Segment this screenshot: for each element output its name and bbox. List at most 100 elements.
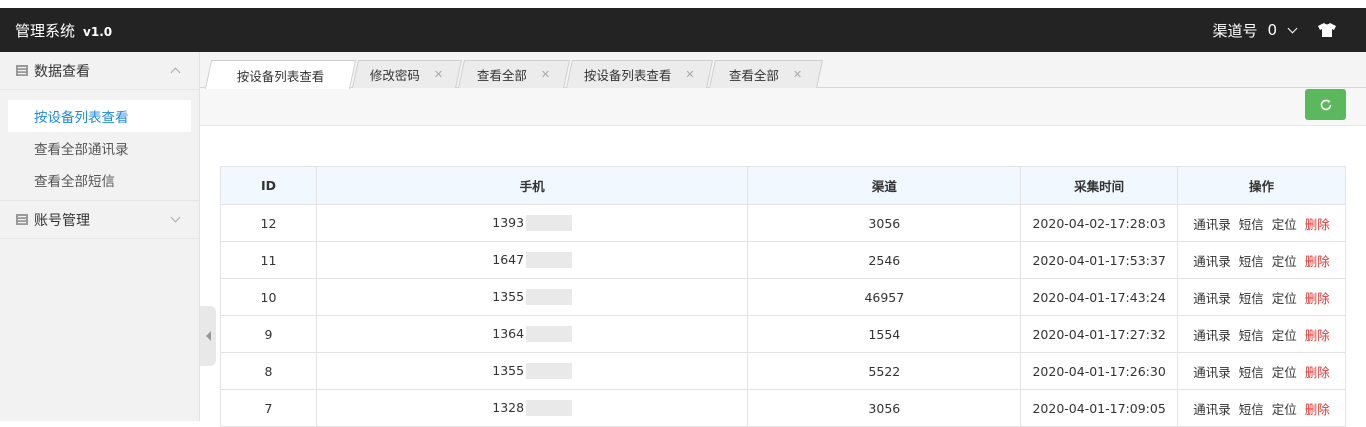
contacts-action[interactable]: 通讯录 — [1193, 251, 1231, 270]
sms-action[interactable]: 短信 — [1239, 362, 1264, 381]
phone-number: 1364 — [492, 325, 525, 341]
redacted-mask — [526, 326, 573, 343]
location-action[interactable]: 定位 — [1272, 325, 1297, 344]
cell-time: 2020-04-01-17:26:30 — [1020, 352, 1179, 390]
column-header-time: 采集时间 — [1020, 166, 1179, 205]
sidebar-item-device-list[interactable]: 按设备列表查看 — [8, 100, 191, 132]
cell-id: 9 — [220, 315, 317, 353]
redacted-mask — [526, 252, 573, 269]
cell-channel: 1554 — [747, 315, 1022, 353]
delete-action[interactable]: 删除 — [1305, 251, 1330, 270]
chevron-down-icon — [1287, 23, 1298, 33]
table-row: 10 1355 46957 2020-04-01-17:43:24 通讯录 短信 定位 删除 — [220, 278, 1346, 316]
table-row: 8 1355 5522 2020-04-01-17:26:30 通讯录 短信 定位 删除 — [220, 352, 1346, 390]
delete-action[interactable]: 删除 — [1305, 325, 1330, 344]
channel-value: 0 — [1267, 21, 1277, 39]
location-action[interactable]: 定位 — [1272, 251, 1297, 270]
contacts-action[interactable]: 通讯录 — [1193, 362, 1231, 381]
sidebar-collapse-handle[interactable] — [200, 306, 216, 366]
menu-group-account[interactable]: 账号管理 — [0, 201, 199, 239]
close-icon[interactable]: ✕ — [793, 68, 802, 81]
phone-number: 1393 — [492, 214, 525, 230]
chevron-up-icon — [170, 67, 181, 78]
table-header-row: ID 手机 渠道 采集时间 操作 — [220, 166, 1346, 205]
app-header: 管理系统 v1.0 渠道号 0 — [0, 8, 1366, 52]
cell-actions: 通讯录 短信 定位 删除 — [1177, 204, 1346, 242]
table-row: 11 1647 2546 2020-04-01-17:53:37 通讯录 短信 定位 删除 — [220, 241, 1346, 279]
caret-left-icon — [205, 331, 211, 341]
redacted-mask — [526, 400, 573, 417]
tab-view-all[interactable]: 查看全部 ✕ — [458, 60, 570, 88]
channel-label: 渠道号 — [1212, 21, 1258, 40]
phone-number: 1647 — [492, 251, 525, 267]
tab-view-all-2[interactable]: 查看全部 ✕ — [709, 60, 823, 88]
tab-change-password[interactable]: 修改密码 ✕ — [352, 60, 462, 88]
contacts-action[interactable]: 通讯录 — [1193, 399, 1231, 418]
redacted-mask — [526, 215, 573, 232]
tab-device-list[interactable]: 按设备列表查看 — [204, 60, 357, 89]
phone-number: 1328 — [492, 399, 525, 415]
redacted-mask — [526, 289, 573, 306]
cell-id: 10 — [220, 278, 317, 316]
cell-channel: 2546 — [747, 241, 1022, 279]
delete-action[interactable]: 删除 — [1305, 214, 1330, 233]
sidebar-item-all-contacts[interactable]: 查看全部通讯录 — [0, 132, 199, 164]
submenu-data: 按设备列表查看 查看全部通讯录 查看全部短信 — [0, 90, 199, 201]
cell-phone: 1355 — [315, 278, 749, 316]
sms-action[interactable]: 短信 — [1239, 214, 1264, 233]
cell-id: 11 — [220, 241, 317, 279]
tab-label: 按设备列表查看 — [584, 68, 672, 83]
contacts-action[interactable]: 通讯录 — [1193, 214, 1231, 233]
toolbar — [200, 88, 1366, 126]
channel-selector[interactable]: 渠道号 0 — [1212, 20, 1298, 41]
tshirt-icon[interactable] — [1318, 23, 1336, 37]
app-version: v1.0 — [83, 24, 113, 39]
sidebar: 数据查看 按设备列表查看 查看全部通讯录 查看全部短信 账号管理 — [0, 52, 200, 421]
tab-bar: 按设备列表查看 修改密码 ✕ 查看全部 ✕ 按设备列表查看 ✕ 查看全部 ✕ — [200, 52, 1366, 89]
phone-number: 1355 — [492, 288, 525, 304]
top-strip — [0, 0, 1366, 8]
close-icon[interactable]: ✕ — [434, 68, 443, 81]
cell-actions: 通讯录 短信 定位 删除 — [1177, 241, 1346, 279]
contacts-action[interactable]: 通讯录 — [1193, 288, 1231, 307]
cell-channel: 5522 — [747, 352, 1022, 390]
delete-action[interactable]: 删除 — [1305, 362, 1330, 381]
phone-number: 1355 — [492, 362, 525, 378]
location-action[interactable]: 定位 — [1272, 362, 1297, 381]
cell-id: 8 — [220, 352, 317, 390]
menu-group-data[interactable]: 数据查看 — [0, 52, 199, 90]
contacts-action[interactable]: 通讯录 — [1193, 325, 1231, 344]
sms-action[interactable]: 短信 — [1239, 251, 1264, 270]
table-row: 12 1393 3056 2020-04-02-17:28:03 通讯录 短信 定位 删除 — [220, 204, 1346, 242]
location-action[interactable]: 定位 — [1272, 288, 1297, 307]
sms-action[interactable]: 短信 — [1239, 288, 1264, 307]
tab-label: 修改密码 — [370, 68, 421, 83]
sidebar-item-all-sms[interactable]: 查看全部短信 — [0, 164, 199, 196]
delete-action[interactable]: 删除 — [1305, 288, 1330, 307]
cell-phone: 1355 — [315, 352, 749, 390]
cell-time: 2020-04-01-17:53:37 — [1020, 241, 1179, 279]
brand: 管理系统 v1.0 — [15, 20, 112, 41]
sms-action[interactable]: 短信 — [1239, 399, 1264, 418]
cell-time: 2020-04-01-17:27:32 — [1020, 315, 1179, 353]
cell-phone: 1647 — [315, 241, 749, 279]
cell-phone: 1393 — [315, 204, 749, 242]
tab-label: 查看全部 — [477, 68, 528, 83]
close-icon[interactable]: ✕ — [686, 68, 695, 81]
sms-action[interactable]: 短信 — [1239, 325, 1264, 344]
location-action[interactable]: 定位 — [1272, 214, 1297, 233]
chevron-down-icon — [170, 212, 181, 223]
list-icon — [16, 65, 28, 76]
tab-device-list-2[interactable]: 按设备列表查看 ✕ — [566, 60, 713, 88]
cell-channel: 46957 — [747, 278, 1022, 316]
location-action[interactable]: 定位 — [1272, 399, 1297, 418]
tab-label: 按设备列表查看 — [236, 68, 325, 84]
close-icon[interactable]: ✕ — [541, 68, 550, 81]
menu-group-label: 数据查看 — [34, 63, 90, 80]
refresh-icon — [1320, 99, 1331, 110]
list-icon — [16, 214, 28, 225]
delete-action[interactable]: 删除 — [1305, 399, 1330, 418]
refresh-button[interactable] — [1305, 89, 1346, 120]
cell-channel: 3056 — [747, 204, 1022, 242]
cell-time: 2020-04-02-17:28:03 — [1020, 204, 1179, 242]
